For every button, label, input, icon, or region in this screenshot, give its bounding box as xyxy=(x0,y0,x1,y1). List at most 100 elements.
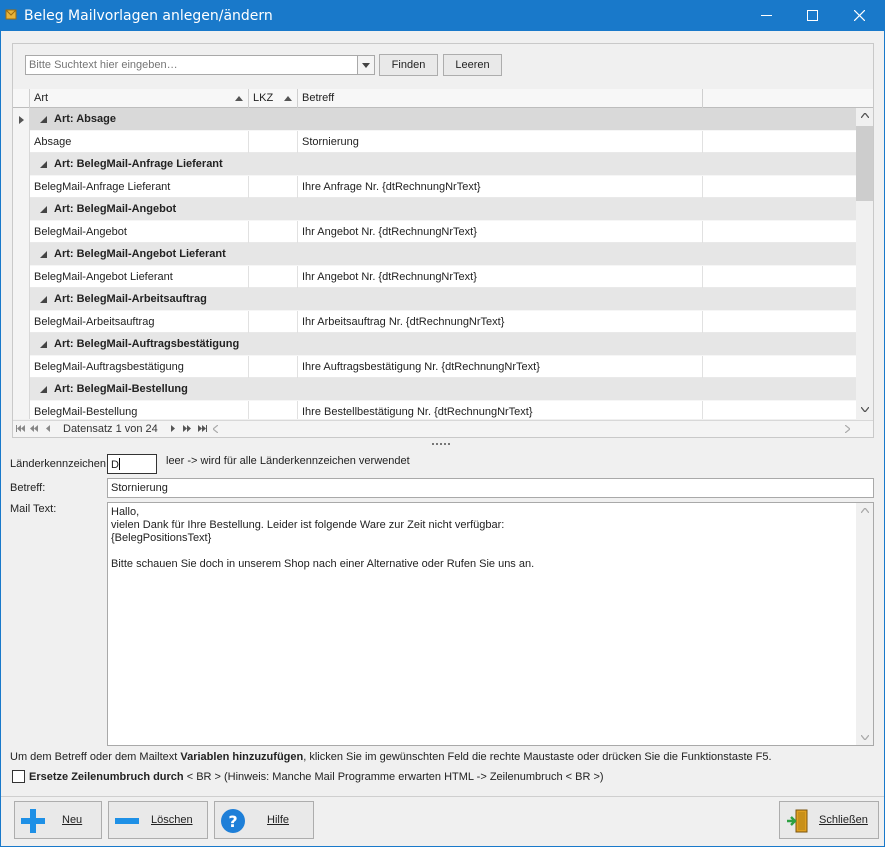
cell-lkz[interactable] xyxy=(249,355,298,378)
cell-betreff[interactable]: Ihr Angebot Nr. {dtRechnungNrText} xyxy=(298,265,703,288)
cell-lkz[interactable] xyxy=(249,220,298,243)
close-button[interactable]: Schließen xyxy=(779,801,879,839)
maximize-icon xyxy=(807,10,818,21)
help-button-label: Hilfe xyxy=(267,814,290,826)
mailtext-scrollbar[interactable] xyxy=(856,503,873,745)
help-icon: ? xyxy=(221,809,245,833)
scroll-down-icon xyxy=(861,735,869,740)
delete-button-label: Löschen xyxy=(151,814,193,826)
collapse-triangle-icon[interactable] xyxy=(40,386,47,393)
group-row[interactable]: Art: BelegMail-Angebot Lieferant xyxy=(30,243,856,266)
mailtext-value: Hallo, vielen Dank für Ihre Bestellung. … xyxy=(111,506,535,570)
group-label: Art: BelegMail-Angebot xyxy=(54,203,177,215)
footer-divider xyxy=(1,796,884,797)
group-row[interactable]: Art: BelegMail-Bestellung xyxy=(30,378,856,401)
cell-betreff[interactable]: Ihre Bestellbestätigung Nr. {dtRechnungN… xyxy=(298,400,703,419)
find-button[interactable]: Finden xyxy=(379,54,438,76)
svg-text:?: ? xyxy=(228,812,237,831)
clear-button[interactable]: Leeren xyxy=(443,54,502,76)
cell-lkz[interactable] xyxy=(249,265,298,288)
cell-betreff[interactable]: Ihre Auftragsbestätigung Nr. {dtRechnung… xyxy=(298,355,703,378)
cell-betreff[interactable]: Ihre Anfrage Nr. {dtRechnungNrText} xyxy=(298,175,703,198)
previous-record-icon[interactable] xyxy=(46,425,50,432)
cell-art[interactable]: BelegMail-Bestellung xyxy=(30,400,249,419)
collapse-triangle-icon[interactable] xyxy=(40,206,47,213)
column-header-lkz[interactable]: LKZ xyxy=(249,89,298,108)
variables-hint: Um dem Betreff oder dem Mailtext Variabl… xyxy=(10,751,772,763)
grid-header: Art LKZ Betreff xyxy=(13,89,873,108)
replace-linebreak-checkbox[interactable] xyxy=(12,770,25,783)
last-record-icon[interactable] xyxy=(198,425,207,432)
collapse-triangle-icon[interactable] xyxy=(40,341,47,348)
collapse-triangle-icon[interactable] xyxy=(40,251,47,258)
lkz-hint: leer -> wird für alle Länderkennzeichen … xyxy=(166,455,410,467)
sort-ascending-icon xyxy=(284,96,292,101)
group-row[interactable]: Art: BelegMail-Anfrage Lieferant xyxy=(30,153,856,176)
header-indicator xyxy=(13,89,30,108)
delete-button[interactable]: Löschen xyxy=(108,801,208,839)
help-button[interactable]: ? Hilfe xyxy=(214,801,314,839)
scroll-right-icon[interactable] xyxy=(845,425,850,433)
table-row[interactable]: BelegMail-Bestellung Ihre Bestellbestätig… xyxy=(30,400,856,419)
maximize-button[interactable] xyxy=(790,0,836,31)
table-row[interactable]: BelegMail-Angebot Lieferant Ihr Angebot N… xyxy=(30,265,856,288)
group-row[interactable]: Art: Absage xyxy=(30,108,856,131)
group-label: Art: BelegMail-Angebot Lieferant xyxy=(54,248,226,260)
record-navigator: Datensatz 1 von 24 xyxy=(13,420,873,437)
group-label: Art: Absage xyxy=(54,113,116,125)
first-record-icon[interactable] xyxy=(16,425,25,432)
record-counter: Datensatz 1 von 24 xyxy=(63,423,158,435)
betreff-label: Betreff: xyxy=(10,482,46,494)
scroll-up-icon xyxy=(861,113,869,118)
grid-vertical-scrollbar[interactable] xyxy=(856,108,873,419)
cell-lkz[interactable] xyxy=(249,130,298,153)
collapse-triangle-icon[interactable] xyxy=(40,116,47,123)
table-row[interactable]: BelegMail-Arbeitsauftrag Ihr Arbeitsauftr… xyxy=(30,310,856,333)
cell-lkz[interactable] xyxy=(249,400,298,419)
cell-betreff[interactable]: Ihr Angebot Nr. {dtRechnungNrText} xyxy=(298,220,703,243)
next-page-icon[interactable] xyxy=(183,425,191,432)
previous-page-icon[interactable] xyxy=(30,425,38,432)
collapse-triangle-icon[interactable] xyxy=(40,161,47,168)
cell-lkz[interactable] xyxy=(249,175,298,198)
lkz-input[interactable]: D xyxy=(107,454,157,474)
exit-door-icon xyxy=(787,809,808,833)
betreff-input[interactable]: Stornierung xyxy=(107,478,874,498)
mailtext-editor[interactable]: Hallo, vielen Dank für Ihre Bestellung. … xyxy=(107,502,874,746)
table-row[interactable]: BelegMail-Auftragsbestätigung Ihre Auftra… xyxy=(30,355,856,378)
cell-art[interactable]: Absage xyxy=(30,130,249,153)
next-record-icon[interactable] xyxy=(171,425,175,432)
minimize-button[interactable] xyxy=(744,0,790,31)
row-indicator-column xyxy=(13,108,30,419)
table-row[interactable]: BelegMail-Anfrage Lieferant Ihre Anfrage … xyxy=(30,175,856,198)
cell-betreff[interactable]: Stornierung xyxy=(298,130,703,153)
cell-art[interactable]: BelegMail-Angebot xyxy=(30,220,249,243)
scroll-down-icon xyxy=(861,407,869,412)
group-row[interactable]: Art: BelegMail-Arbeitsauftrag xyxy=(30,288,856,311)
group-row[interactable]: Art: BelegMail-Angebot xyxy=(30,198,856,221)
minus-icon xyxy=(115,818,139,824)
search-dropdown-button[interactable] xyxy=(358,55,375,75)
panel-splitter[interactable] xyxy=(432,443,452,448)
search-input[interactable] xyxy=(25,55,358,75)
scrollbar-thumb[interactable] xyxy=(856,126,873,201)
column-header-art[interactable]: Art xyxy=(30,89,249,108)
cell-betreff[interactable]: Ihr Arbeitsauftrag Nr. {dtRechnungNrText… xyxy=(298,310,703,333)
column-header-betreff[interactable]: Betreff xyxy=(298,89,703,108)
cell-art[interactable]: BelegMail-Arbeitsauftrag xyxy=(30,310,249,333)
cell-art[interactable]: BelegMail-Angebot Lieferant xyxy=(30,265,249,288)
table-row[interactable]: Absage Stornierung xyxy=(30,130,856,153)
table-row[interactable]: BelegMail-Angebot Ihr Angebot Nr. {dtRech… xyxy=(30,220,856,243)
close-window-button[interactable] xyxy=(837,0,883,31)
new-button[interactable]: Neu xyxy=(14,801,102,839)
cell-lkz[interactable] xyxy=(249,310,298,333)
cell-art[interactable]: BelegMail-Auftragsbestätigung xyxy=(30,355,249,378)
cell-art[interactable]: BelegMail-Anfrage Lieferant xyxy=(30,175,249,198)
grid-rows: Art: Absage Absage Stornierung Art: BelegMa… xyxy=(30,108,856,419)
group-label: Art: BelegMail-Bestellung xyxy=(54,383,188,395)
window-title: Beleg Mailvorlagen anlegen/ändern xyxy=(24,8,273,24)
group-row[interactable]: Art: BelegMail-Auftragsbestätigung xyxy=(30,333,856,356)
collapse-triangle-icon[interactable] xyxy=(40,296,47,303)
scroll-left-icon[interactable] xyxy=(213,425,218,433)
replace-linebreak-label[interactable]: Ersetze Zeilenumbruch durch < BR > (Hinw… xyxy=(29,771,604,783)
